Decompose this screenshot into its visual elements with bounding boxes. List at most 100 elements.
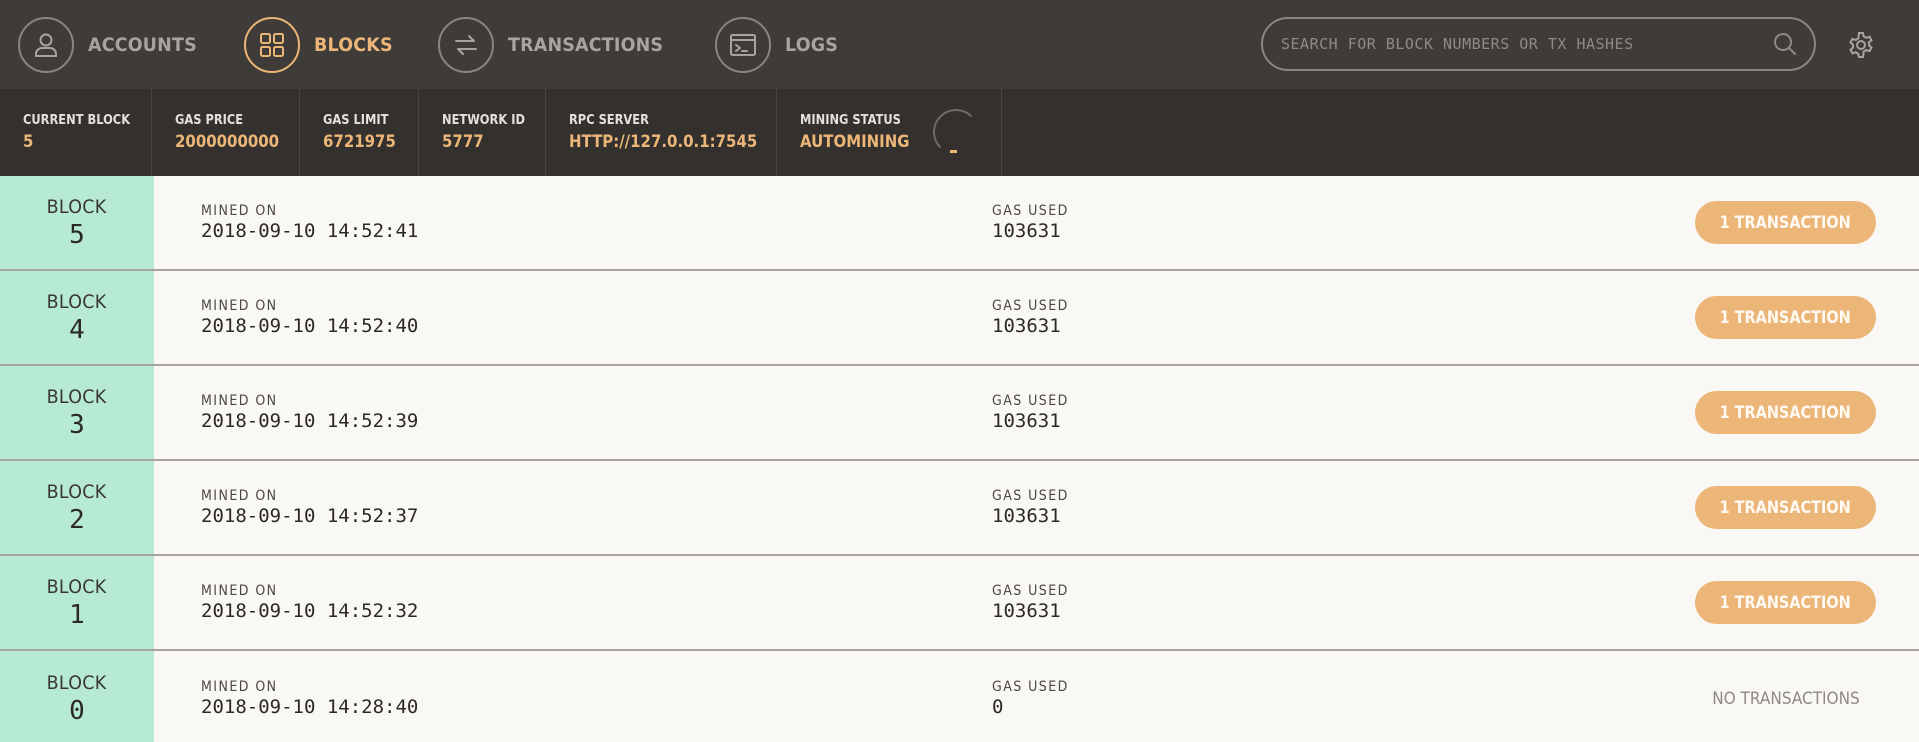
tx-cell: 1 TRANSACTION [1632, 271, 1919, 364]
nav-blocks-label: BLOCKS [314, 33, 394, 56]
status-bar: CURRENT BLOCK 5 GAS PRICE 2000000000 GAS… [0, 89, 1919, 176]
block-label: BLOCK [47, 290, 107, 313]
gas-used-label: GAS USED [992, 298, 1069, 314]
gas-price-label: GAS PRICE [175, 113, 244, 128]
block-id: BLOCK 3 [0, 366, 154, 459]
mined-on-label: MINED ON [201, 488, 278, 504]
gas-used-field: GAS USED 103631 [992, 366, 1632, 459]
transaction-count-button[interactable]: 1 TRANSACTION [1695, 201, 1876, 244]
gear-icon[interactable] [1846, 30, 1876, 60]
nav-logs-label: LOGS [784, 33, 838, 56]
block-label: BLOCK [47, 480, 107, 503]
block-row[interactable]: BLOCK 3 MINED ON 2018-09-10 14:52:39 GAS… [0, 366, 1919, 461]
block-label: BLOCK [47, 195, 107, 218]
gas-used-value: 103631 [992, 220, 1061, 242]
search-input[interactable] [1281, 35, 1770, 53]
search-icon[interactable] [1770, 29, 1800, 59]
block-row[interactable]: BLOCK 2 MINED ON 2018-09-10 14:52:37 GAS… [0, 461, 1919, 556]
block-row[interactable]: BLOCK 0 MINED ON 2018-09-10 14:28:40 GAS… [0, 651, 1919, 742]
nav-accounts[interactable]: ACCOUNTS [18, 0, 206, 89]
tx-cell: 1 TRANSACTION [1632, 556, 1919, 649]
block-row[interactable]: BLOCK 4 MINED ON 2018-09-10 14:52:40 GAS… [0, 271, 1919, 366]
transaction-count-label: 1 TRANSACTION [1719, 402, 1852, 423]
block-id: BLOCK 2 [0, 461, 154, 554]
nav-logs[interactable]: LOGS [714, 0, 843, 89]
block-row[interactable]: BLOCK 1 MINED ON 2018-09-10 14:52:32 GAS… [0, 556, 1919, 651]
transaction-count-label: 1 TRANSACTION [1719, 212, 1852, 233]
tx-cell: 1 TRANSACTION [1632, 366, 1919, 459]
gas-used-label: GAS USED [992, 203, 1069, 219]
gas-used-field: GAS USED 103631 [992, 461, 1632, 554]
gas-limit-label: GAS LIMIT [323, 113, 389, 128]
gas-used-value: 103631 [992, 505, 1061, 527]
mined-on-value: 2018-09-10 14:52:41 [201, 220, 419, 242]
mined-on-value: 2018-09-10 14:52:37 [201, 505, 419, 527]
block-number: 3 [69, 409, 85, 440]
current-block-stat: CURRENT BLOCK 5 [0, 89, 152, 176]
tx-cell: 1 TRANSACTION [1632, 461, 1919, 554]
transaction-count-button[interactable]: 1 TRANSACTION [1695, 486, 1876, 529]
mined-on-field: MINED ON 2018-09-10 14:52:39 [201, 366, 992, 459]
gas-used-value: 0 [992, 696, 1004, 718]
nav-blocks[interactable]: BLOCKS [244, 0, 400, 89]
gas-used-label: GAS USED [992, 679, 1069, 695]
terminal-icon [714, 16, 771, 73]
mined-on-field: MINED ON 2018-09-10 14:28:40 [201, 651, 992, 742]
gas-limit-stat: GAS LIMIT 6721975 [300, 89, 419, 176]
block-row[interactable]: BLOCK 5 MINED ON 2018-09-10 14:52:41 GAS… [0, 176, 1919, 271]
transaction-count-label: 1 TRANSACTION [1719, 592, 1852, 613]
block-label: BLOCK [47, 385, 107, 408]
rpc-server-value: HTTP://127.0.0.1:7545 [569, 132, 758, 152]
network-id-label: NETWORK ID [442, 113, 525, 128]
gas-used-field: GAS USED 103631 [992, 176, 1632, 269]
no-transactions-label: NO TRANSACTIONS [1711, 688, 1860, 709]
gas-used-field: GAS USED 0 [992, 651, 1632, 742]
gas-used-field: GAS USED 103631 [992, 556, 1632, 649]
mining-spinner-icon [933, 109, 979, 155]
network-id-stat: NETWORK ID 5777 [419, 89, 546, 176]
grid-icon [244, 16, 301, 73]
block-number: 4 [69, 314, 85, 345]
gas-used-value: 103631 [992, 410, 1061, 432]
top-navigation: ACCOUNTS BLOCKS TRANSACTIONS LOGS SEARCH… [0, 0, 1919, 89]
tx-cell: 1 TRANSACTION [1632, 176, 1919, 269]
block-id: BLOCK 5 [0, 176, 154, 269]
mining-indicator [950, 150, 957, 153]
block-label: BLOCK [47, 575, 107, 598]
mined-on-label: MINED ON [201, 298, 278, 314]
mined-on-label: MINED ON [201, 583, 278, 599]
mined-on-field: MINED ON 2018-09-10 14:52:32 [201, 556, 992, 649]
transaction-count-label: 1 TRANSACTION [1719, 307, 1852, 328]
nav-accounts-label: ACCOUNTS [88, 33, 197, 56]
mined-on-field: MINED ON 2018-09-10 14:52:41 [201, 176, 992, 269]
gas-used-label: GAS USED [992, 488, 1069, 504]
current-block-label: CURRENT BLOCK [23, 113, 131, 128]
transaction-count-button[interactable]: 1 TRANSACTION [1695, 296, 1876, 339]
gas-price-stat: GAS PRICE 2000000000 [152, 89, 300, 176]
block-number: 0 [69, 695, 85, 726]
mined-on-label: MINED ON [201, 679, 278, 695]
transaction-count-label: 1 TRANSACTION [1719, 497, 1852, 518]
gas-used-field: GAS USED 103631 [992, 271, 1632, 364]
transaction-count-button[interactable]: 1 TRANSACTION [1695, 391, 1876, 434]
rpc-server-stat: RPC SERVER HTTP://127.0.0.1:7545 [546, 89, 777, 176]
current-block-value: 5 [23, 132, 34, 152]
mined-on-field: MINED ON 2018-09-10 14:52:37 [201, 461, 992, 554]
block-id: BLOCK 4 [0, 271, 154, 364]
mining-status-stat: MINING STATUS AUTOMINING [777, 89, 1002, 176]
nav-transactions-label: TRANSACTIONS [507, 33, 664, 56]
mined-on-value: 2018-09-10 14:52:39 [201, 410, 419, 432]
block-label: BLOCK [47, 671, 107, 694]
mined-on-field: MINED ON 2018-09-10 14:52:40 [201, 271, 992, 364]
block-number: 1 [69, 599, 85, 630]
arrows-icon [437, 16, 494, 73]
transaction-count-button[interactable]: 1 TRANSACTION [1695, 581, 1876, 624]
gas-used-value: 103631 [992, 315, 1061, 337]
mined-on-label: MINED ON [201, 393, 278, 409]
gas-used-label: GAS USED [992, 583, 1069, 599]
tx-cell: NO TRANSACTIONS [1632, 651, 1919, 742]
nav-transactions[interactable]: TRANSACTIONS [437, 0, 677, 89]
gas-limit-value: 6721975 [323, 132, 396, 152]
block-number: 5 [69, 219, 85, 250]
block-id: BLOCK 1 [0, 556, 154, 649]
